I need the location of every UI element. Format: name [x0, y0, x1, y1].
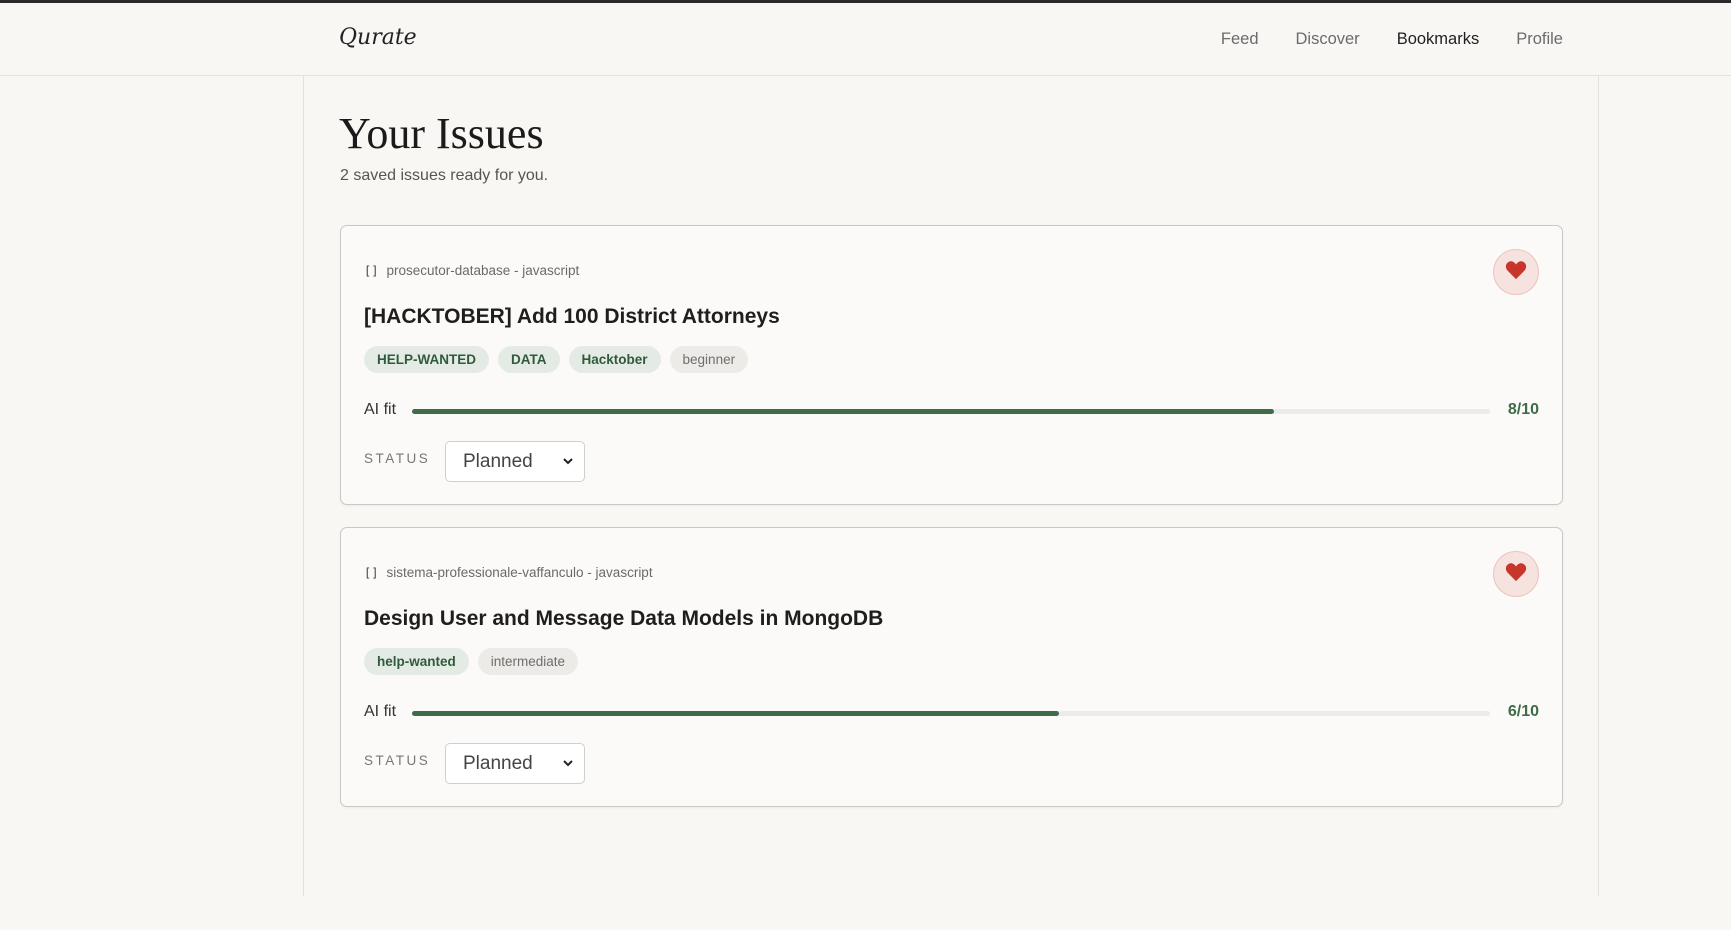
status-label: STATUS — [364, 451, 431, 466]
tag-badge[interactable]: HELP-WANTED — [364, 346, 489, 373]
bookmark-button[interactable] — [1493, 551, 1539, 597]
ai-fit-bar — [412, 409, 1490, 414]
repo-icon: [] — [364, 565, 379, 580]
tag-badge[interactable]: beginner — [669, 346, 749, 373]
tag-list: help-wanted intermediate — [364, 648, 579, 675]
brand-logo[interactable]: Qurate — [339, 25, 417, 50]
heart-icon — [1505, 562, 1527, 587]
repo-name[interactable]: sistema-professionale-vaffanculo - javas… — [386, 565, 652, 580]
ai-fit-label: AI fit — [364, 401, 397, 418]
ai-fit-bar — [412, 711, 1490, 716]
repo-meta: [] prosecutor-database - javascript — [364, 263, 579, 278]
ai-fit-score: 6/10 — [1507, 703, 1539, 720]
ai-fit-bar-fill — [412, 711, 1059, 716]
status-select[interactable]: Planned — [445, 441, 585, 482]
tag-badge[interactable]: help-wanted — [364, 648, 469, 675]
nav-link-profile[interactable]: Profile — [1516, 30, 1563, 49]
ai-fit-score: 8/10 — [1507, 401, 1539, 418]
chevron-down-icon — [562, 744, 574, 798]
repo-meta: [] sistema-professionale-vaffanculo - ja… — [364, 565, 653, 580]
nav-link-bookmarks[interactable]: Bookmarks — [1397, 30, 1480, 49]
tag-badge[interactable]: DATA — [498, 346, 560, 373]
issue-title[interactable]: Design User and Message Data Models in M… — [364, 607, 883, 631]
bookmark-button[interactable] — [1493, 249, 1539, 295]
navbar: Qurate Feed Discover Bookmarks Profile — [0, 3, 1731, 76]
page-subtitle: 2 saved issues ready for you. — [340, 167, 549, 184]
status-value: Planned — [463, 451, 533, 472]
tag-badge[interactable]: Hacktober — [568, 346, 661, 373]
nav-link-discover[interactable]: Discover — [1296, 30, 1360, 49]
status-value: Planned — [463, 753, 533, 774]
issue-title[interactable]: [HACKTOBER] Add 100 District Attorneys — [364, 305, 780, 329]
nav-link-feed[interactable]: Feed — [1221, 30, 1259, 49]
page-title: Your Issues — [339, 109, 544, 158]
repo-icon: [] — [364, 263, 379, 278]
chevron-down-icon — [562, 442, 574, 496]
status-select[interactable]: Planned — [445, 743, 585, 784]
heart-icon — [1505, 260, 1527, 285]
nav-links: Feed Discover Bookmarks Profile — [1221, 30, 1563, 49]
tag-badge[interactable]: intermediate — [477, 648, 579, 675]
repo-name[interactable]: prosecutor-database - javascript — [386, 263, 579, 278]
ai-fit-bar-fill — [412, 409, 1275, 414]
issue-card: [] prosecutor-database - javascript [HAC… — [340, 225, 1563, 505]
ai-fit-label: AI fit — [364, 703, 397, 720]
tag-list: HELP-WANTED DATA Hacktober beginner — [364, 346, 749, 373]
status-label: STATUS — [364, 753, 431, 768]
issue-card: [] sistema-professionale-vaffanculo - ja… — [340, 527, 1563, 807]
